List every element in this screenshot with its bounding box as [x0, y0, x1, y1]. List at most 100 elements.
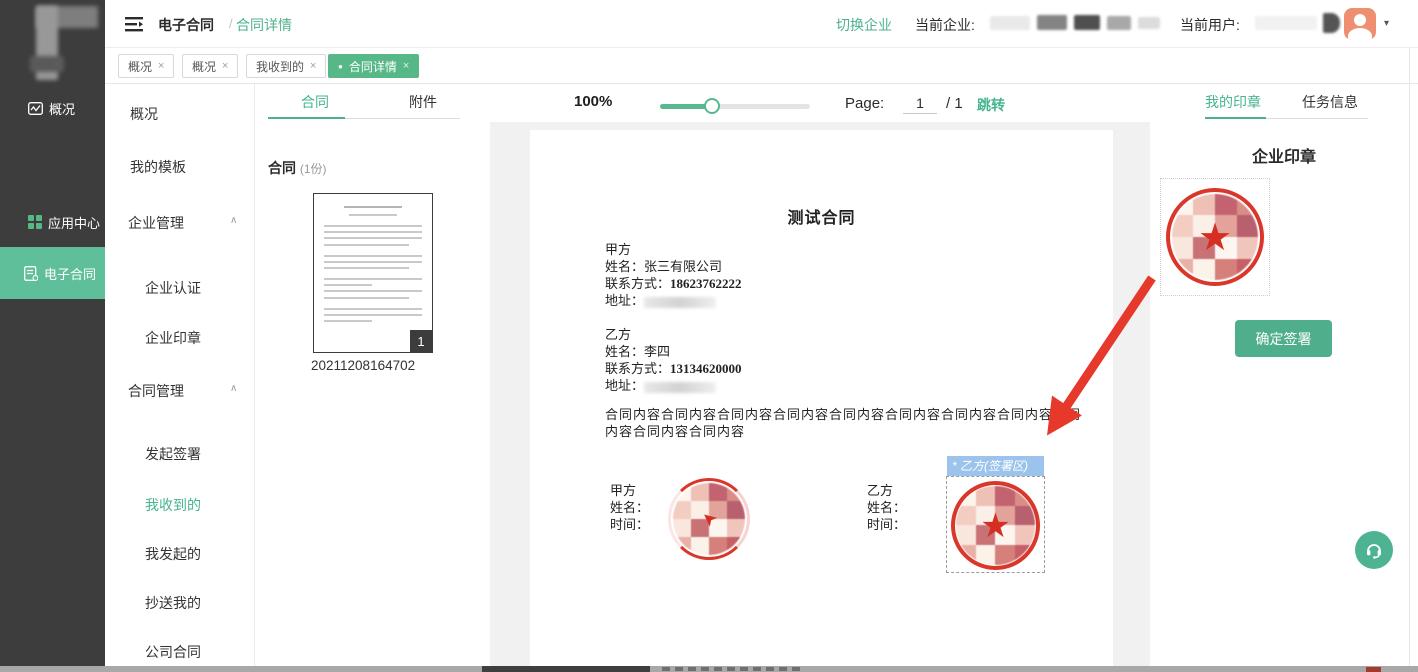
sign-b-time: 时间：: [867, 517, 906, 533]
party-b-phone: 联系方式：13134620000: [605, 361, 742, 377]
tab-chip-label: 合同详情: [349, 58, 397, 75]
tab-chip-received[interactable]: 我收到的 ×: [246, 54, 326, 78]
customer-service-button[interactable]: [1355, 531, 1393, 569]
current-user-redacted: [1255, 13, 1340, 33]
tab-chip-overview-2[interactable]: 概况 ×: [182, 54, 238, 78]
confirm-sign-button[interactable]: 确定签署: [1235, 320, 1332, 357]
jump-to-page-button[interactable]: 跳转: [977, 95, 1005, 115]
nav-item-cc-to-me[interactable]: 抄送我的: [145, 593, 201, 613]
switch-company-link[interactable]: 切换企业: [836, 15, 892, 35]
sidebar-item-label: 电子合同: [44, 264, 96, 283]
enterprise-seal-slot[interactable]: ★: [1160, 178, 1270, 296]
party-a-seal-stamp: ➤: [668, 478, 750, 560]
close-icon[interactable]: ×: [403, 60, 409, 72]
sign-zone-label: * 乙方(签署区): [947, 456, 1044, 476]
document-icon: [24, 266, 38, 281]
close-icon[interactable]: ×: [222, 60, 228, 72]
avatar-person-icon: [1354, 14, 1366, 26]
party-a-phone: 联系方式：18623762222: [605, 276, 742, 292]
enterprise-seal-title: 企业印章: [1160, 143, 1408, 167]
collapse-menu-icon[interactable]: [125, 17, 143, 37]
contract-thumbnail[interactable]: 1: [313, 193, 433, 353]
bottom-edge-strip: [0, 666, 1418, 672]
open-tabs-bar: 概况 × 概况 × 我收到的 × ● 合同详情 ×: [105, 48, 1418, 84]
grid-icon: [28, 215, 42, 229]
breadcrumb-separator: /: [229, 16, 233, 31]
nav-item-overview[interactable]: 概况: [130, 104, 158, 124]
sign-a-time: 时间：: [610, 517, 649, 533]
redacted-address: [644, 297, 716, 308]
scrollbar-track[interactable]: [1409, 48, 1410, 672]
user-avatar[interactable]: [1344, 8, 1376, 40]
tab-chip-overview-1[interactable]: 概况 ×: [118, 54, 174, 78]
zoom-slider-thumb[interactable]: [704, 98, 720, 114]
headset-icon: [1364, 540, 1384, 560]
seal-arrow-glyph: ➤: [651, 461, 767, 577]
tab-chip-contract-detail-active[interactable]: ● 合同详情 ×: [328, 54, 419, 78]
contract-page: 测试合同 甲方 姓名：张三有限公司 联系方式：18623762222 地址： 乙…: [530, 130, 1113, 666]
app-window: 电子合同 / 合同详情 切换企业 当前企业: 当前用户: ▾ 概况 × 概况 ×: [0, 0, 1418, 672]
redacted-address: [644, 382, 716, 393]
close-icon[interactable]: ×: [310, 60, 316, 72]
page-total: / 1: [946, 95, 963, 112]
nav-item-company-contracts[interactable]: 公司合同: [145, 642, 201, 662]
primary-sidebar: 概况 应用中心 电子合同: [0, 0, 105, 666]
sidebar-item-label: 应用中心: [48, 213, 100, 232]
page-label: Page:: [845, 95, 884, 112]
nav-item-my-templates[interactable]: 我的模板: [130, 157, 186, 177]
nav-item-enterprise-seal[interactable]: 企业印章: [145, 328, 201, 348]
sidebar-item-e-contract[interactable]: 电子合同: [0, 247, 105, 299]
tab-underline-active: [268, 117, 345, 119]
active-dot-icon: ●: [338, 62, 343, 71]
nav-group-contract-mgmt[interactable]: 合同管理: [128, 381, 184, 401]
chevron-up-icon[interactable]: ∧: [230, 215, 237, 226]
contract-body-line: 内容合同内容合同内容: [605, 424, 745, 440]
nav-item-initiated-by-me[interactable]: 我发起的: [145, 544, 201, 564]
breadcrumb-app[interactable]: 电子合同: [158, 15, 214, 35]
tab-my-seals[interactable]: 我的印章: [1205, 92, 1261, 112]
contract-body-line: 合同内容合同内容合同内容合同内容合同内容合同内容合同内容合同内容合同: [605, 407, 1081, 423]
tab-task-info[interactable]: 任务信息: [1302, 92, 1358, 112]
seal-star-glyph: ★: [1166, 188, 1264, 286]
sidebar-item-app-center[interactable]: 应用中心: [0, 202, 105, 242]
contract-title: 测试合同: [530, 204, 1113, 228]
tab-underline-active: [1205, 117, 1266, 119]
contract-thumbnail-caption: 20211208164702: [311, 358, 435, 373]
current-user-label: 当前用户:: [1180, 15, 1240, 35]
sign-b-name: 姓名：: [867, 500, 906, 516]
sign-b-party: 乙方: [867, 483, 893, 499]
party-b-seal-stamp: ★: [951, 481, 1040, 570]
signing-panel: [1150, 84, 1418, 666]
tab-attachment[interactable]: 附件: [400, 92, 446, 112]
line-chart-icon: [28, 102, 43, 115]
enterprise-seal[interactable]: ★: [1166, 188, 1264, 286]
nav-item-received-active[interactable]: 我收到的: [145, 495, 201, 515]
chevron-up-icon[interactable]: ∧: [230, 383, 237, 394]
party-a-header: 甲方: [605, 242, 631, 258]
zoom-percent-value: 100%: [574, 93, 612, 110]
sidebar-item-label: 概况: [49, 99, 75, 118]
nav-item-enterprise-auth[interactable]: 企业认证: [145, 278, 201, 298]
party-b-name: 姓名：李四: [605, 344, 670, 360]
contract-count: (1份): [300, 162, 327, 176]
tab-contract[interactable]: 合同: [292, 92, 338, 112]
top-header: 电子合同 / 合同详情 切换企业 当前企业: 当前用户:: [105, 0, 1418, 48]
breadcrumb-current-page: 合同详情: [236, 15, 292, 35]
nav-group-enterprise-mgmt[interactable]: 企业管理: [128, 213, 184, 233]
user-menu-caret-icon[interactable]: ▾: [1384, 18, 1389, 29]
close-icon[interactable]: ×: [158, 60, 164, 72]
party-b-header: 乙方: [605, 327, 631, 343]
page-number-input[interactable]: [903, 92, 937, 114]
party-a-name: 姓名：张三有限公司: [605, 259, 722, 275]
current-company-label: 当前企业:: [915, 15, 975, 35]
sidebar-item-overview[interactable]: 概况: [0, 88, 105, 128]
nav-item-initiate-sign[interactable]: 发起签署: [145, 444, 201, 464]
seal-star-glyph: ★: [951, 481, 1040, 570]
party-b-address: 地址：: [605, 378, 716, 394]
current-company-redacted: [990, 15, 1160, 30]
tab-chip-label: 我收到的: [256, 58, 304, 75]
thumbnail-page-badge: 1: [410, 330, 432, 352]
zoom-slider[interactable]: [660, 104, 810, 109]
party-a-address: 地址：: [605, 293, 716, 309]
sign-a-name: 姓名：: [610, 500, 649, 516]
